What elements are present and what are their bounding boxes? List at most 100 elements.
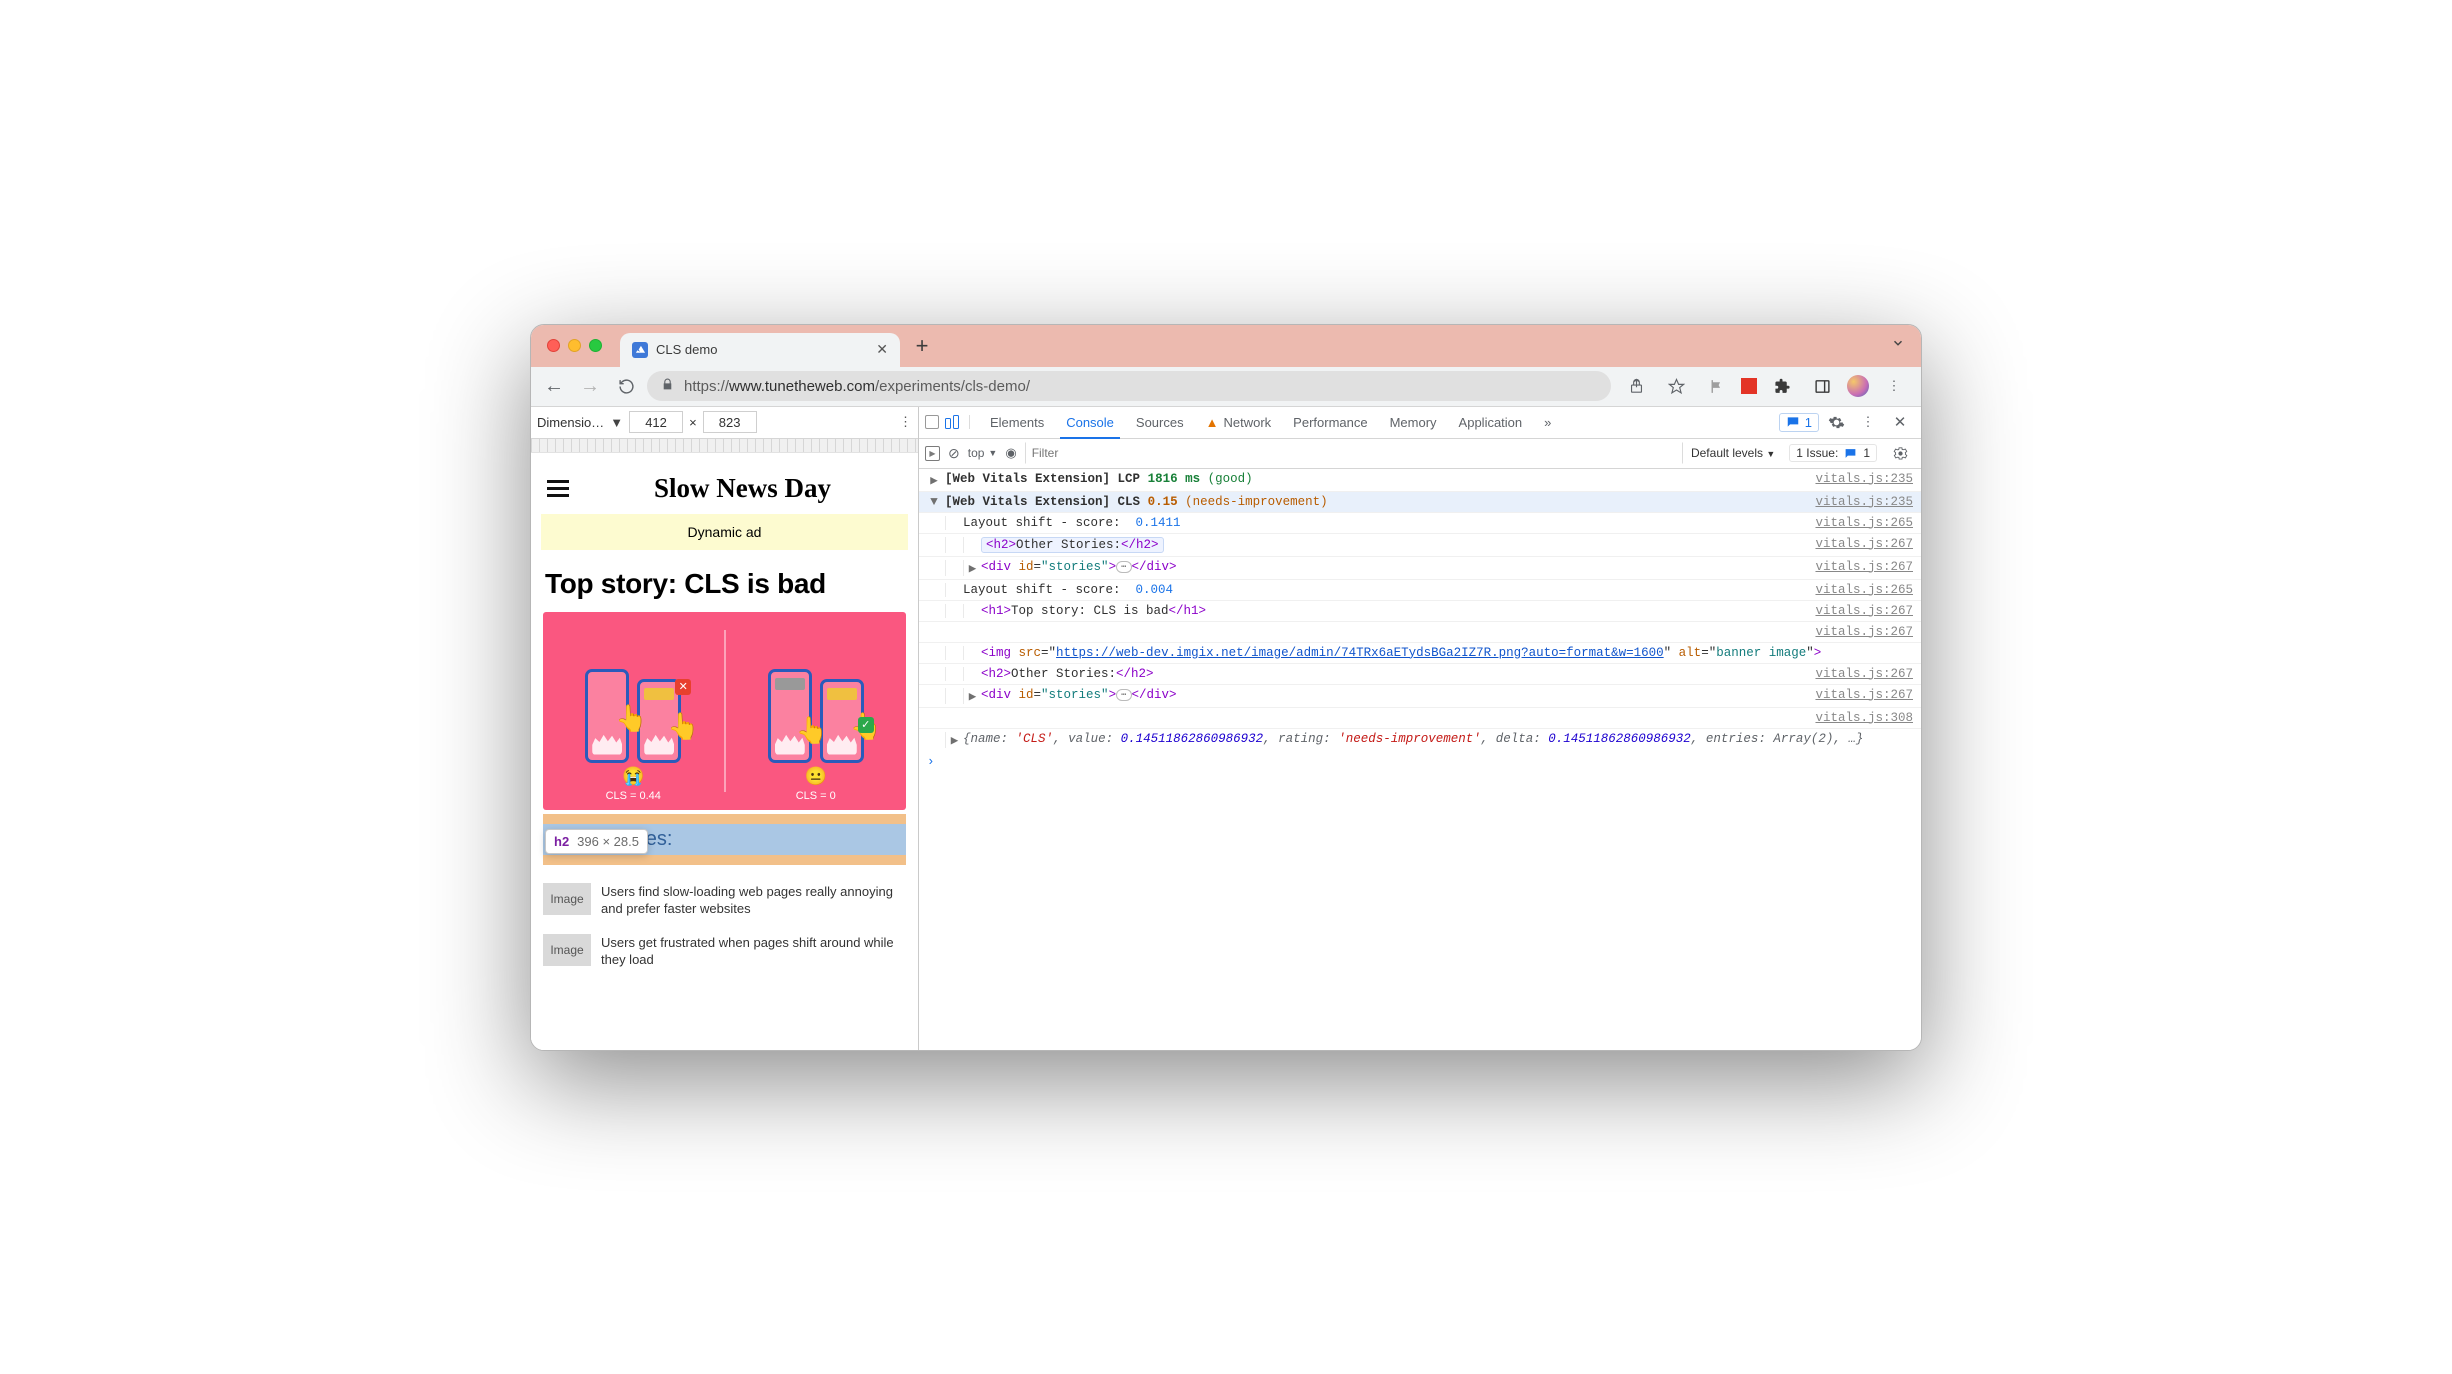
tab-console[interactable]: Console	[1056, 407, 1124, 438]
tabs-dropdown-icon[interactable]	[1891, 336, 1905, 353]
log-row[interactable]: vitals.js:308	[919, 708, 1921, 729]
sidepanel-icon[interactable]	[1807, 371, 1837, 401]
log-row[interactable]: ▶<div id="stories">⋯</div> vitals.js:267	[919, 557, 1921, 580]
log-row[interactable]: <h2>Other Stories:</h2> vitals.js:267	[919, 534, 1921, 557]
issues-chip[interactable]: 1 Issue: 1	[1789, 444, 1877, 462]
log-levels-selector[interactable]: Default levels ▼	[1691, 446, 1781, 460]
dynamic-ad: Dynamic ad	[541, 514, 908, 550]
expand-icon[interactable]: ▶	[923, 472, 945, 488]
nav-back-button[interactable]: ←	[539, 371, 569, 401]
tabs-overflow[interactable]: »	[1534, 407, 1561, 438]
log-row[interactable]: ▶ [Web Vitals Extension] LCP 1816 ms (go…	[919, 469, 1921, 492]
device-toolbar: Dimensio… ▼ × ⋮ Slow News Day Dynamic ad…	[531, 407, 919, 1050]
list-item[interactable]: Image Users get frustrated when pages sh…	[541, 926, 908, 977]
hamburger-icon[interactable]	[547, 480, 569, 497]
console-prompt[interactable]: ›	[919, 751, 1921, 773]
inspect-element-icon[interactable]	[925, 415, 939, 429]
dimensions-caret-icon[interactable]: ▼	[610, 415, 623, 430]
source-link[interactable]: vitals.js:308	[1805, 711, 1913, 725]
window-controls	[539, 325, 614, 367]
tab-memory[interactable]: Memory	[1380, 407, 1447, 438]
nav-reload-button[interactable]	[611, 371, 641, 401]
warning-icon: ▲	[1206, 415, 1219, 430]
log-row[interactable]: ▶{name: 'CLS', value: 0.1451186286098693…	[919, 729, 1921, 751]
bookmark-star-icon[interactable]	[1661, 371, 1691, 401]
extensions-puzzle-icon[interactable]	[1767, 371, 1797, 401]
cls-right-caption: CLS = 0	[796, 790, 836, 802]
browser-menu-icon[interactable]: ⋮	[1879, 371, 1909, 401]
source-link[interactable]: vitals.js:265	[1805, 516, 1913, 530]
console-settings-gear-icon[interactable]	[1885, 438, 1915, 468]
element-tooltip: h2 396 × 28.5	[545, 829, 648, 854]
window-zoom[interactable]	[589, 339, 602, 352]
context-selector[interactable]: top ▼	[968, 446, 998, 460]
source-link[interactable]: vitals.js:267	[1805, 688, 1913, 704]
list-item[interactable]: Image Users find slow-loading web pages …	[541, 875, 908, 926]
story-text: Users get frustrated when pages shift ar…	[601, 934, 906, 969]
extension-red-icon[interactable]	[1741, 378, 1757, 394]
filter-input[interactable]	[1025, 442, 1683, 464]
log-row[interactable]: Layout shift - score: 0.1411 vitals.js:2…	[919, 513, 1921, 534]
settings-gear-icon[interactable]	[1821, 407, 1851, 437]
live-expression-icon[interactable]: ◉	[1005, 445, 1016, 461]
console-toolbar: ⊘ top ▼ ◉ Default levels ▼ 1 Issue: 1	[919, 439, 1921, 469]
source-link[interactable]: vitals.js:267	[1805, 537, 1913, 553]
device-menu-icon[interactable]: ⋮	[899, 414, 912, 430]
address-bar: ← → https://www.tunetheweb.com/experimen…	[531, 367, 1921, 407]
browser-tab[interactable]: CLS demo ✕	[620, 333, 900, 367]
dimensions-label[interactable]: Dimensio…	[537, 415, 604, 430]
tab-application[interactable]: Application	[1449, 407, 1533, 438]
new-tab-button[interactable]: +	[908, 325, 936, 367]
clear-console-icon[interactable]: ⊘	[948, 445, 960, 462]
flag-icon[interactable]	[1701, 371, 1731, 401]
tab-strip: CLS demo ✕ +	[531, 325, 1921, 367]
browser-window: CLS demo ✕ + ← → https://www.tunetheweb.…	[530, 324, 1922, 1051]
top-story-heading: Top story: CLS is bad	[541, 550, 908, 612]
source-link[interactable]: vitals.js:267	[1805, 604, 1913, 618]
devtools-close-icon[interactable]: ✕	[1885, 407, 1915, 437]
toolbar-right: ⋮	[1617, 371, 1913, 401]
tab-close-icon[interactable]: ✕	[876, 341, 888, 358]
issues-badge[interactable]: 1	[1779, 413, 1819, 432]
source-link[interactable]: vitals.js:267	[1805, 667, 1913, 681]
lock-icon	[661, 378, 674, 394]
source-link[interactable]: vitals.js:267	[1805, 625, 1913, 639]
window-close[interactable]	[547, 339, 560, 352]
console-sidebar-icon[interactable]	[925, 446, 940, 461]
page-viewport[interactable]: Slow News Day Dynamic ad Top story: CLS …	[531, 453, 918, 1050]
window-minimize[interactable]	[568, 339, 581, 352]
log-row[interactable]: ▶<div id="stories">⋯</div> vitals.js:267	[919, 685, 1921, 708]
nav-forward-button[interactable]: →	[575, 371, 605, 401]
height-input[interactable]	[703, 411, 757, 433]
omnibox[interactable]: https://www.tunetheweb.com/experiments/c…	[647, 371, 1611, 401]
log-row[interactable]: Layout shift - score: 0.004 vitals.js:26…	[919, 580, 1921, 601]
banner-image: 👆 👆 ✕ 😭 CLS = 0.44	[543, 612, 906, 810]
log-row[interactable]: ▼ [Web Vitals Extension] CLS 0.15 (needs…	[919, 492, 1921, 513]
hand-icon: 👆	[667, 711, 699, 742]
log-row[interactable]: <h1>Top story: CLS is bad</h1> vitals.js…	[919, 601, 1921, 622]
console-log[interactable]: ▶ [Web Vitals Extension] LCP 1816 ms (go…	[919, 469, 1921, 1050]
source-link[interactable]: vitals.js:265	[1805, 583, 1913, 597]
tab-performance[interactable]: Performance	[1283, 407, 1377, 438]
log-row[interactable]: <h2>Other Stories:</h2> vitals.js:267	[919, 664, 1921, 685]
source-link[interactable]: vitals.js:267	[1805, 560, 1913, 576]
devtools-panel: Elements Console Sources ▲Network Perfor…	[919, 407, 1921, 1050]
source-link[interactable]: vitals.js:235	[1805, 472, 1913, 488]
devtools-menu-icon[interactable]: ⋮	[1853, 407, 1883, 437]
dim-x: ×	[689, 415, 697, 430]
tab-sources[interactable]: Sources	[1126, 407, 1194, 438]
tab-network[interactable]: ▲Network	[1196, 407, 1282, 438]
share-icon[interactable]	[1621, 371, 1651, 401]
collapse-icon[interactable]: ▼	[923, 495, 945, 509]
url-text: https://www.tunetheweb.com/experiments/c…	[684, 378, 1030, 395]
crying-face-icon: 😭	[622, 766, 644, 787]
device-mode-icon[interactable]	[943, 415, 961, 429]
width-input[interactable]	[629, 411, 683, 433]
log-row[interactable]: <img src="https://web-dev.imgix.net/imag…	[919, 643, 1921, 664]
log-row[interactable]: vitals.js:267	[919, 622, 1921, 643]
source-link[interactable]: vitals.js:235	[1805, 495, 1913, 509]
profile-avatar[interactable]	[1847, 375, 1869, 397]
tab-elements[interactable]: Elements	[980, 407, 1054, 438]
hand-icon: 👆	[796, 715, 828, 746]
devtools-tabbar: Elements Console Sources ▲Network Perfor…	[919, 407, 1921, 439]
